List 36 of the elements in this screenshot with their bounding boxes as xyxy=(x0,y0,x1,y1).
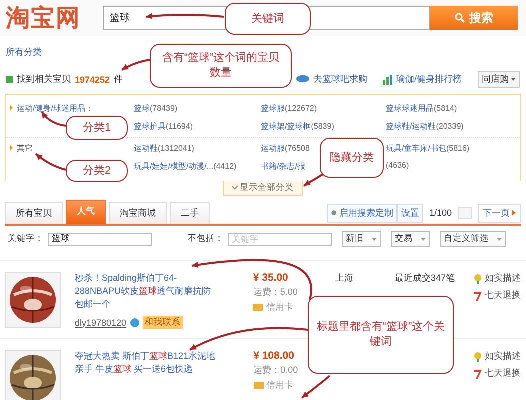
annotation-tooltip: 隐藏分类 xyxy=(320,138,384,178)
result-unit: 件 xyxy=(114,73,124,86)
price: ¥ 35.00 xyxy=(253,272,288,284)
annotation-tooltip: 关键词 xyxy=(225,3,311,35)
result-count: 1974252 xyxy=(75,74,110,84)
sales-count: 最近成交347笔 xyxy=(394,273,455,283)
category-count: (5839) xyxy=(311,122,334,131)
category-count: (1312041) xyxy=(158,144,194,153)
service-label: 七天退换 xyxy=(485,289,521,302)
service-label: 如实描述 xyxy=(485,272,521,285)
field-label: 关键字： xyxy=(8,233,44,245)
category-count: (11694) xyxy=(166,122,193,131)
annotation-tooltip: 含有“篮球”这个词的宝贝数量 xyxy=(150,44,292,88)
result-label: 找到相关宝贝 xyxy=(17,73,71,86)
service-label: 七天退换 xyxy=(485,367,522,380)
category-count: (4636) xyxy=(386,161,410,170)
payment-label: 信用卡 xyxy=(266,301,294,314)
category-count: (5816) xyxy=(446,144,470,153)
service-label: 如实描述 xyxy=(485,350,522,363)
payment-label: 信用卡 xyxy=(266,379,294,392)
page-indicator: 1/100 xyxy=(429,208,452,218)
field-label: 不包括： xyxy=(188,233,224,245)
category-count: (76508 xyxy=(285,144,310,153)
category-count: (20339) xyxy=(436,122,464,131)
logo: 淘宝网 xyxy=(6,4,81,34)
annotation-tooltip: 分类1 xyxy=(66,116,128,140)
category-count: (4412) xyxy=(214,162,237,171)
price: ¥ 108.00 xyxy=(254,350,294,362)
location: 上海 xyxy=(335,273,354,283)
category-count: (122672) xyxy=(285,104,318,113)
category-count: (5814) xyxy=(434,104,458,113)
shipping-fee: 运费：0.00 xyxy=(254,364,298,377)
category-count: (78439) xyxy=(150,104,178,113)
annotation-tooltip: 标题里都含有“篮球”这个关键词 xyxy=(308,296,454,374)
shipping-fee: 运费：5.00 xyxy=(253,286,298,299)
annotation-tooltip: 分类2 xyxy=(66,160,128,182)
